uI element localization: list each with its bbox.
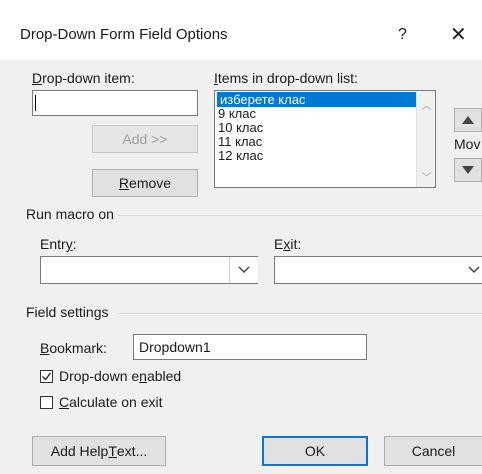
move-label: Mov	[454, 136, 481, 152]
close-button[interactable]: ✕	[450, 22, 467, 47]
bookmark-label: Bookmark:	[40, 340, 107, 356]
field-settings-title: Field settings	[26, 304, 109, 320]
items-listbox[interactable]: изберете клас 9 клас 10 клас 11 клас 12 …	[214, 90, 436, 188]
cancel-button[interactable]: Cancel	[384, 436, 482, 466]
entry-dropdown-arrow[interactable]	[229, 257, 258, 283]
triangle-up-icon	[462, 116, 474, 124]
dropdown-item-label: Drop-down item:	[32, 70, 135, 86]
exit-macro-select[interactable]	[274, 256, 482, 284]
ok-button[interactable]: OK	[262, 436, 368, 466]
remove-button[interactable]: Remove	[92, 169, 198, 197]
scroll-up-icon[interactable]: ︿	[417, 97, 435, 112]
list-item[interactable]: 11 клас	[215, 135, 435, 149]
run-macro-title: Run macro on	[26, 206, 114, 222]
entry-label: Entry:	[40, 236, 77, 252]
dropdown-item-input[interactable]	[32, 90, 198, 116]
chevron-down-icon	[238, 266, 250, 274]
text-caret	[35, 95, 36, 111]
bookmark-input[interactable]: Dropdown1	[133, 334, 367, 360]
triangle-down-icon	[462, 166, 474, 174]
exit-label: Exit:	[274, 236, 302, 252]
add-button[interactable]: Add >>	[92, 125, 198, 153]
close-icon: ✕	[450, 24, 467, 46]
list-item[interactable]: 12 клас	[215, 149, 435, 163]
dropdown-enabled-checkbox[interactable]: Drop-down enabled	[40, 368, 181, 384]
scroll-down-icon[interactable]: ﹀	[417, 169, 435, 184]
group-divider	[118, 215, 482, 216]
listbox-scrollbar[interactable]: ︿ ﹀	[416, 91, 435, 187]
items-list-label: Items in drop-down list:	[214, 70, 358, 86]
list-item[interactable]: изберете клас	[217, 92, 418, 107]
group-divider	[118, 313, 482, 314]
calculate-on-exit-label: Calculate on exit	[59, 394, 163, 410]
dialog-title: Drop-Down Form Field Options	[20, 26, 228, 43]
chevron-down-icon[interactable]	[468, 261, 480, 282]
checkbox-unchecked-icon[interactable]	[40, 395, 53, 409]
move-down-button[interactable]	[454, 158, 482, 182]
list-item[interactable]: 9 клас	[215, 107, 435, 121]
calculate-on-exit-checkbox[interactable]: Calculate on exit	[40, 394, 163, 410]
dropdown-enabled-label: Drop-down enabled	[59, 368, 182, 384]
move-up-button[interactable]	[454, 108, 482, 132]
list-item[interactable]: 10 клас	[215, 121, 435, 135]
entry-macro-select[interactable]	[40, 256, 258, 284]
checkbox-checked-icon[interactable]	[40, 369, 53, 383]
help-button[interactable]: ?	[398, 26, 407, 44]
add-help-text-button[interactable]: Add Help Text...	[32, 436, 166, 466]
